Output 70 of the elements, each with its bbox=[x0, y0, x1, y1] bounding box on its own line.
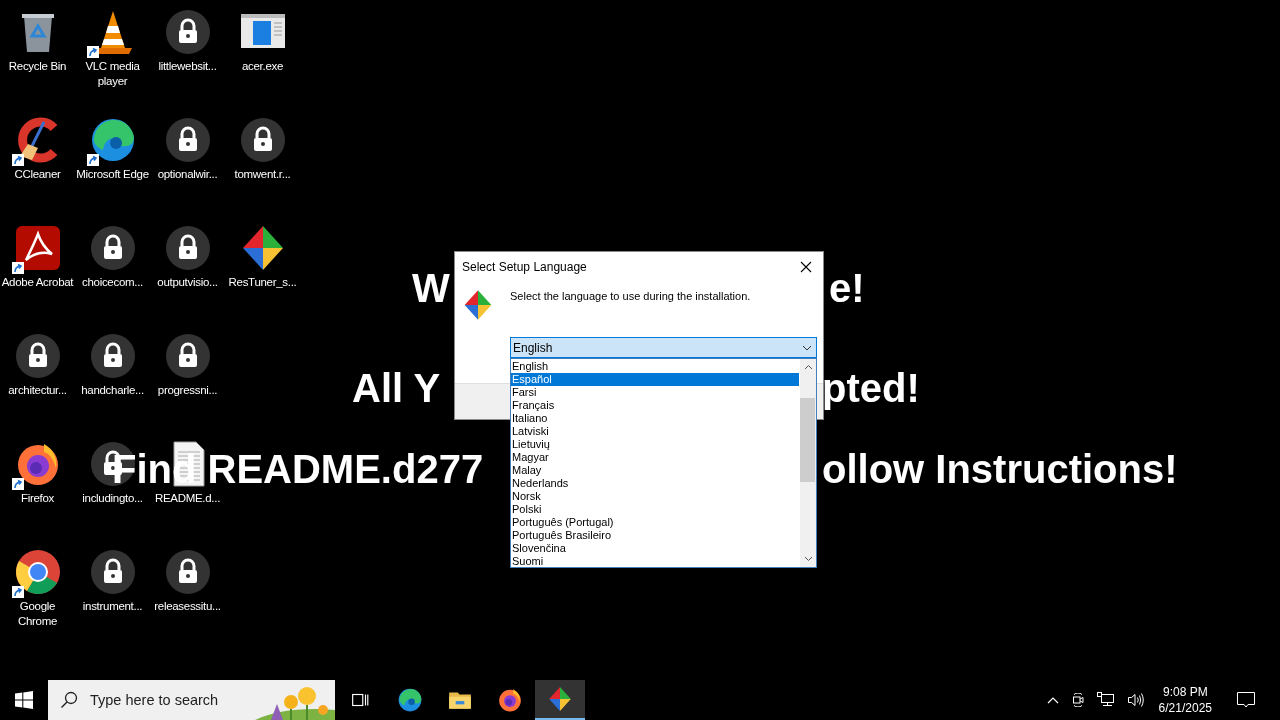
language-option[interactable]: Latviski bbox=[511, 425, 799, 438]
language-option[interactable]: Español bbox=[511, 373, 799, 386]
network-icon[interactable] bbox=[1096, 692, 1115, 708]
desktop-icon-label[interactable]: choicecom... bbox=[76, 275, 149, 290]
desktop-icon-label[interactable]: CCleaner bbox=[1, 167, 74, 182]
desktop-icon-label[interactable]: VLC media player bbox=[76, 59, 149, 89]
taskbar-app-button[interactable] bbox=[535, 680, 585, 720]
firefox-icon bbox=[497, 687, 523, 713]
wallpaper-text: W bbox=[412, 266, 450, 310]
desktop-icon-label[interactable]: tomwent.r... bbox=[226, 167, 299, 182]
desktop-icon-label[interactable]: ResTuner_s... bbox=[226, 275, 299, 290]
search-field[interactable]: Type here to search bbox=[88, 691, 252, 709]
language-option[interactable]: Farsi bbox=[511, 386, 799, 399]
desktop-icon-label[interactable]: outputvisio... bbox=[151, 275, 224, 290]
language-option[interactable]: Malay bbox=[511, 464, 799, 477]
wallpaper-text: All Y bbox=[352, 366, 441, 410]
scroll-up-icon[interactable] bbox=[803, 364, 813, 370]
desktop-icon-label[interactable]: README.d... bbox=[151, 491, 224, 506]
volume-icon[interactable] bbox=[1126, 692, 1145, 708]
desktop-icon-label[interactable]: progressni... bbox=[151, 383, 224, 398]
diamond-icon bbox=[547, 686, 573, 712]
desktop-icon-label[interactable]: optionalwir... bbox=[151, 167, 224, 182]
wallpaper-text: e! bbox=[829, 266, 865, 310]
notifications-icon[interactable] bbox=[1236, 691, 1256, 709]
language-option[interactable]: Lietuvių bbox=[511, 438, 799, 451]
desktop-icon-label[interactable]: releasessitu... bbox=[151, 599, 224, 614]
desktop-icon-label[interactable]: Google Chrome bbox=[1, 599, 74, 629]
wallpaper-text: ollow Instructions! bbox=[822, 448, 1178, 490]
clock-time[interactable]: 9:08 PM bbox=[1162, 684, 1208, 700]
desktop-icon-label[interactable]: architectur... bbox=[1, 383, 74, 398]
chevron-up-icon[interactable] bbox=[1046, 696, 1059, 704]
desktop-icon-label[interactable]: acer.exe bbox=[226, 59, 299, 74]
wallpaper-text: pted! bbox=[822, 366, 920, 410]
language-option[interactable]: Português (Portugal) bbox=[511, 516, 799, 529]
clock-date[interactable]: 6/21/2025 bbox=[1158, 700, 1212, 716]
desktop-icon-label[interactable]: Microsoft Edge bbox=[76, 167, 149, 182]
desktop-icon-label[interactable]: littlewebsit... bbox=[151, 59, 224, 74]
desktop-icon-label[interactable]: handcharle... bbox=[76, 383, 149, 398]
edge-icon bbox=[397, 687, 423, 713]
language-option[interactable]: English bbox=[511, 360, 799, 373]
scroll-thumb[interactable] bbox=[800, 398, 815, 482]
language-dropdown[interactable]: English bbox=[510, 337, 817, 358]
pdf-icon bbox=[13, 224, 62, 272]
language-option[interactable]: Slovenčina bbox=[511, 542, 799, 555]
language-option[interactable]: Português Brasileiro bbox=[511, 529, 799, 542]
desktop-icon-label[interactable]: includingto... bbox=[76, 491, 149, 506]
flowers-icon bbox=[255, 684, 335, 720]
windows-logo-icon bbox=[15, 691, 33, 709]
language-option[interactable]: Magyar bbox=[511, 451, 799, 464]
language-option[interactable]: Polski bbox=[511, 503, 799, 516]
diamond-icon bbox=[462, 289, 494, 321]
language-option[interactable]: Nederlands bbox=[511, 477, 799, 490]
camera-icon[interactable] bbox=[1070, 693, 1085, 707]
dialog-message: Select the language to use during the installation. bbox=[510, 290, 752, 302]
scrollbar[interactable] bbox=[800, 359, 816, 567]
desktop-icon-label[interactable]: Recycle Bin bbox=[1, 59, 74, 74]
desktop-icon-label[interactable]: Firefox bbox=[1, 491, 74, 506]
desktop-icon-label[interactable]: Adobe Acrobat bbox=[1, 275, 74, 290]
search-icon bbox=[60, 691, 78, 709]
scroll-down-icon[interactable] bbox=[803, 556, 813, 562]
caret-icon bbox=[802, 344, 812, 351]
close-icon bbox=[800, 260, 812, 273]
desktop-icon-label[interactable]: instrument... bbox=[76, 599, 149, 614]
language-option[interactable]: Norsk bbox=[511, 490, 799, 503]
language-option[interactable]: Italiano bbox=[511, 412, 799, 425]
language-option[interactable]: Suomi bbox=[511, 555, 799, 568]
window-title: Select Setup Language bbox=[462, 259, 587, 274]
chrome-icon bbox=[13, 548, 62, 596]
search-box[interactable]: Type here to search bbox=[48, 680, 335, 720]
language-option[interactable]: Français bbox=[511, 399, 799, 412]
